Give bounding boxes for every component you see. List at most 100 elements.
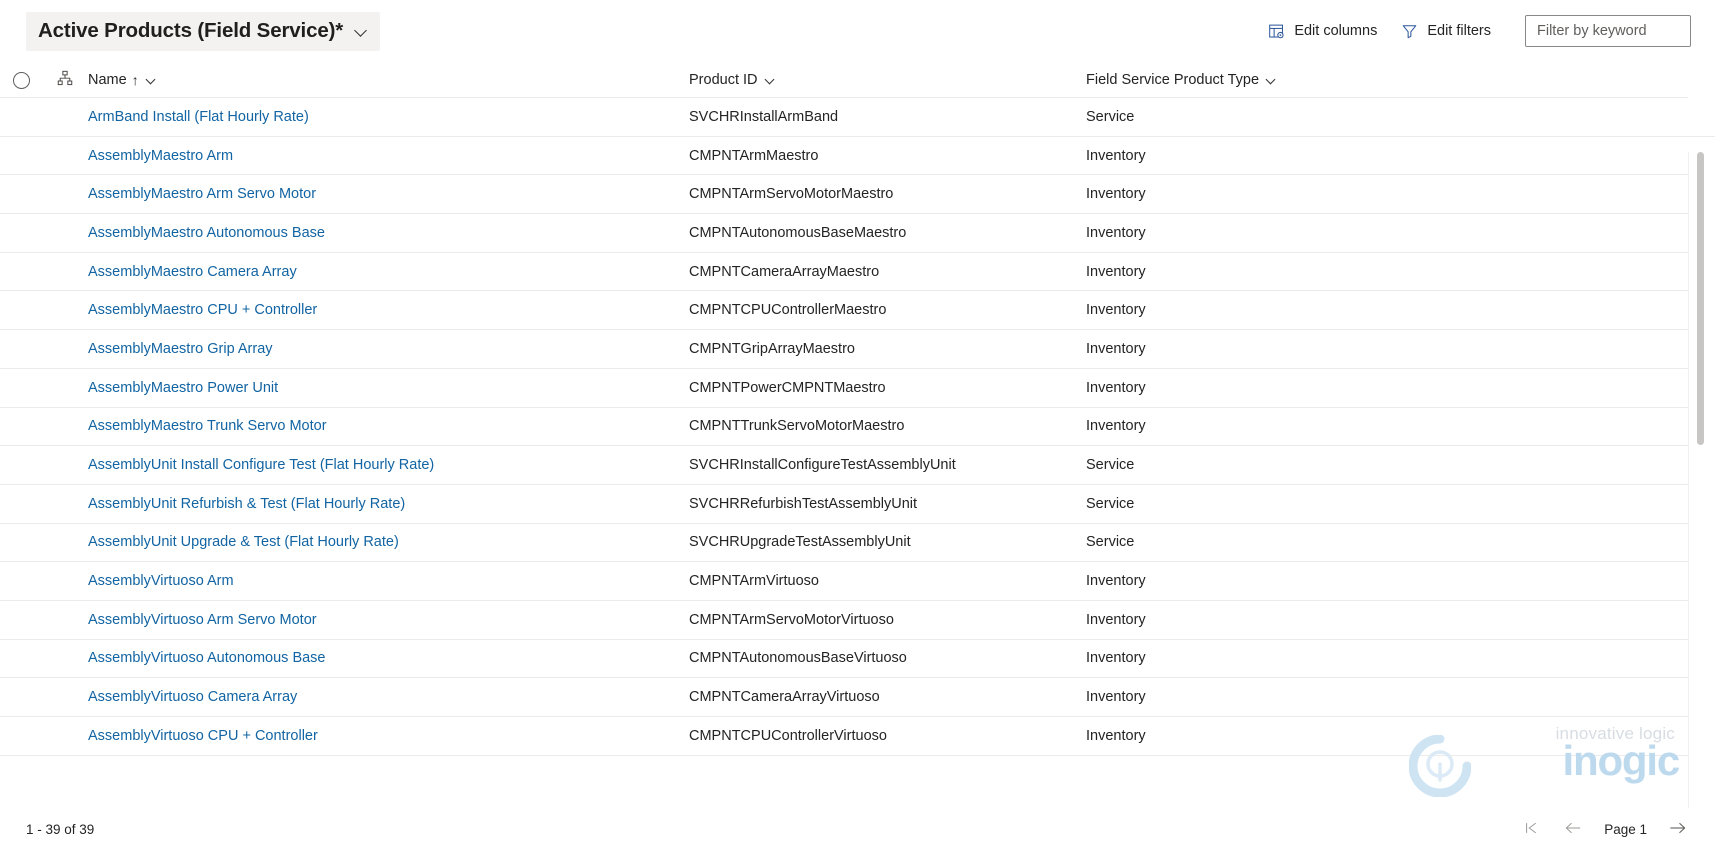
cell-name: AssemblyVirtuoso Arm Servo Motor (88, 611, 689, 629)
cell-name: AssemblyVirtuoso Camera Array (88, 688, 689, 706)
grid-header-row: Name ↑ Product ID Field Service Product … (0, 62, 1715, 98)
product-name-link[interactable]: AssemblyMaestro Power Unit (88, 380, 278, 396)
arrow-left-icon (1564, 821, 1582, 838)
table-row[interactable]: AssemblyMaestro Arm Servo Motor CMPNTArmS… (0, 175, 1715, 214)
cell-field-service-product-type: Inventory (1086, 186, 1715, 202)
cell-name: AssemblyMaestro Trunk Servo Motor (88, 417, 689, 435)
column-header-product-id[interactable]: Product ID (689, 72, 1086, 88)
previous-page-button[interactable] (1562, 819, 1584, 841)
cell-product-id: CMPNTTrunkServoMotorMaestro (689, 418, 1086, 434)
hierarchy-icon[interactable] (57, 70, 73, 91)
cell-product-id: CMPNTArmVirtuoso (689, 573, 1086, 589)
cell-name: AssemblyUnit Refurbish & Test (Flat Hour… (88, 495, 689, 513)
column-header-name[interactable]: Name ↑ (88, 72, 689, 88)
product-name-link[interactable]: AssemblyMaestro Trunk Servo Motor (88, 418, 327, 434)
view-selector[interactable]: Active Products (Field Service)* (26, 12, 380, 51)
arrow-up-icon: ↑ (132, 73, 139, 87)
pagination: Page 1 (1520, 819, 1689, 841)
cell-product-id: CMPNTGripArrayMaestro (689, 341, 1086, 357)
table-row[interactable]: AssemblyVirtuoso Arm Servo MotorCMPNTArm… (0, 601, 1715, 640)
cell-product-id: SVCHRInstallConfigureTestAssemblyUnit (689, 457, 1086, 473)
cell-product-id: CMPNTArmServoMotorMaestro (689, 186, 1086, 202)
table-row[interactable]: AssemblyUnit Refurbish & Test (Flat Hour… (0, 485, 1715, 524)
table-row[interactable]: AssemblyMaestro ArmCMPNTArmMaestroInvent… (0, 137, 1715, 176)
record-count: 1 - 39 of 39 (26, 822, 94, 837)
edit-columns-label: Edit columns (1294, 23, 1377, 39)
chevron-down-icon[interactable] (146, 75, 159, 86)
edit-filters-button[interactable]: Edit filters (1389, 13, 1503, 49)
chevron-down-icon[interactable] (1266, 75, 1279, 86)
product-name-link[interactable]: AssemblyVirtuoso CPU + Controller (88, 728, 318, 744)
cell-product-id: CMPNTCameraArrayMaestro (689, 264, 1086, 280)
product-name-link[interactable]: AssemblyUnit Upgrade & Test (Flat Hourly… (88, 534, 399, 550)
table-row[interactable]: AssemblyUnit Upgrade & Test (Flat Hourly… (0, 524, 1715, 563)
table-row[interactable]: AssemblyVirtuoso Camera Array CMPNTCamera… (0, 678, 1715, 717)
table-row[interactable]: AssemblyVirtuoso CPU + Controller CMPNTCP… (0, 717, 1715, 756)
product-name-link[interactable]: AssemblyVirtuoso Arm Servo Motor (88, 612, 317, 628)
cell-field-service-product-type: Inventory (1086, 148, 1715, 164)
column-header-field-service-product-type[interactable]: Field Service Product Type (1086, 72, 1715, 88)
select-all-cell[interactable] (0, 72, 42, 89)
table-settings-icon (1268, 23, 1285, 40)
cell-product-id: CMPNTCPUControllerMaestro (689, 302, 1086, 318)
product-name-link[interactable]: AssemblyVirtuoso Camera Array (88, 689, 297, 705)
cell-product-id: CMPNTPowerCMPNTMaestro (689, 380, 1086, 396)
product-name-link[interactable]: AssemblyMaestro CPU + Controller (88, 302, 317, 318)
cell-field-service-product-type: Inventory (1086, 302, 1715, 318)
cell-field-service-product-type: Inventory (1086, 225, 1715, 241)
table-row[interactable]: AssemblyMaestro Trunk Servo Motor CMPNTTr… (0, 408, 1715, 447)
search-input[interactable] (1535, 22, 1681, 40)
table-row[interactable]: AssemblyMaestro Power Unit CMPNTPowerCMPN… (0, 369, 1715, 408)
product-name-link[interactable]: ArmBand Install (Flat Hourly Rate) (88, 109, 309, 125)
next-page-button[interactable] (1667, 819, 1689, 841)
search-box[interactable] (1525, 15, 1691, 47)
hierarchy-column-header[interactable] (42, 70, 88, 91)
product-name-link[interactable]: AssemblyVirtuoso Arm (88, 573, 234, 589)
product-name-link[interactable]: AssemblyMaestro Camera Array (88, 264, 297, 280)
chevron-down-icon[interactable] (355, 24, 368, 37)
cell-name: AssemblyVirtuoso CPU + Controller (88, 727, 689, 745)
scrollbar-thumb[interactable] (1697, 152, 1704, 445)
grid-body: ArmBand Install (Flat Hourly Rate) SVCHRI… (0, 98, 1715, 808)
table-row[interactable]: AssemblyMaestro CPU + Controller CMPNTCPU… (0, 291, 1715, 330)
table-row[interactable]: AssemblyUnit Install Configure Test (Fla… (0, 446, 1715, 485)
product-name-link[interactable]: AssemblyVirtuoso Autonomous Base (88, 650, 326, 666)
table-row[interactable]: AssemblyVirtuoso ArmCMPNTArmVirtuosoInve… (0, 562, 1715, 601)
first-page-button[interactable] (1520, 819, 1542, 841)
command-bar: Active Products (Field Service)* Edit co… (0, 0, 1715, 62)
product-name-link[interactable]: AssemblyMaestro Autonomous Base (88, 225, 325, 241)
cell-field-service-product-type: Service (1086, 496, 1715, 512)
command-bar-actions: Edit columns Edit filters (1256, 13, 1691, 49)
cell-field-service-product-type: Inventory (1086, 612, 1715, 628)
cell-product-id: CMPNTCPUControllerVirtuoso (689, 728, 1086, 744)
cell-name: AssemblyUnit Upgrade & Test (Flat Hourly… (88, 533, 689, 551)
table-row[interactable]: AssemblyMaestro Autonomous BaseCMPNTAuto… (0, 214, 1715, 253)
product-name-link[interactable]: AssemblyMaestro Arm Servo Motor (88, 186, 316, 202)
cell-name: ArmBand Install (Flat Hourly Rate) (88, 108, 689, 126)
select-all-circle-icon[interactable] (13, 72, 30, 89)
chevron-down-icon[interactable] (765, 75, 778, 86)
table-row[interactable]: AssemblyMaestro Camera Array CMPNTCameraA… (0, 253, 1715, 292)
edit-columns-button[interactable]: Edit columns (1256, 13, 1389, 49)
column-header-product-id-label: Product ID (689, 72, 758, 88)
vertical-scrollbar[interactable] (1697, 152, 1704, 812)
cell-field-service-product-type: Inventory (1086, 689, 1715, 705)
product-name-link[interactable]: AssemblyMaestro Grip Array (88, 341, 273, 357)
table-row[interactable]: ArmBand Install (Flat Hourly Rate) SVCHRI… (0, 98, 1715, 137)
cell-name: AssemblyMaestro Autonomous Base (88, 224, 689, 242)
product-name-link[interactable]: AssemblyUnit Refurbish & Test (Flat Hour… (88, 496, 405, 512)
product-name-link[interactable]: AssemblyUnit Install Configure Test (Fla… (88, 457, 434, 473)
cell-field-service-product-type: Service (1086, 457, 1715, 473)
table-row[interactable]: AssemblyMaestro Grip Array CMPNTGripArray… (0, 330, 1715, 369)
product-name-link[interactable]: AssemblyMaestro Arm (88, 148, 233, 164)
edit-filters-label: Edit filters (1427, 23, 1491, 39)
page-title: Active Products (Field Service)* (38, 18, 343, 44)
cell-name: AssemblyMaestro Arm (88, 147, 689, 165)
cell-name: AssemblyMaestro Camera Array (88, 263, 689, 281)
cell-product-id: SVCHRInstallArmBand (689, 109, 1086, 125)
table-row[interactable]: AssemblyVirtuoso Autonomous BaseCMPNTAut… (0, 640, 1715, 679)
cell-product-id: CMPNTCameraArrayVirtuoso (689, 689, 1086, 705)
cell-product-id: SVCHRUpgradeTestAssemblyUnit (689, 534, 1086, 550)
cell-name: AssemblyVirtuoso Autonomous Base (88, 649, 689, 667)
grid-footer: 1 - 39 of 39 Page 1 (0, 808, 1715, 850)
